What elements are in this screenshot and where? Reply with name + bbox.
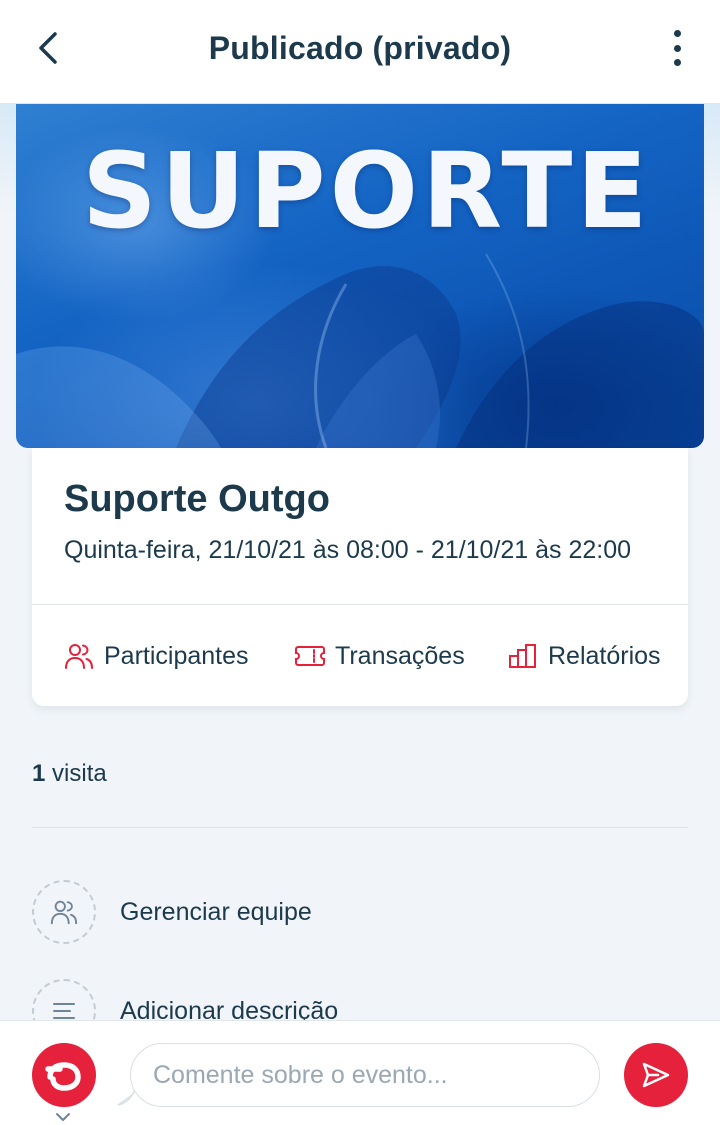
- participants-label: Participantes: [104, 641, 249, 670]
- users-icon: [65, 644, 93, 669]
- page-title: Publicado (privado): [208, 30, 512, 66]
- outgo-logo-icon: [45, 1062, 81, 1091]
- comment-input[interactable]: [130, 1043, 600, 1107]
- divider: [32, 604, 688, 605]
- top-app-bar: Publicado (privado): [0, 0, 720, 104]
- profile-avatar-button[interactable]: [32, 1043, 96, 1107]
- transactions-label: Transações: [335, 641, 465, 670]
- text-lines-icon: [53, 1003, 75, 1019]
- comment-bar: [0, 1020, 720, 1125]
- transactions-button[interactable]: Transações: [295, 638, 465, 674]
- event-date: Quinta-feira, 21/10/21 às 08:00 - 21/10/…: [64, 536, 632, 564]
- divider: [32, 827, 688, 828]
- ticket-icon: [295, 646, 325, 666]
- visits-count: 1: [32, 760, 46, 787]
- participants-button[interactable]: Participantes: [64, 638, 249, 674]
- event-title: Suporte Outgo: [64, 478, 330, 520]
- users-icon: [50, 900, 78, 925]
- reports-button[interactable]: Relatórios: [508, 638, 661, 674]
- send-button[interactable]: [624, 1043, 688, 1107]
- event-cover-image: SUPORTE: [16, 104, 704, 448]
- more-vertical-icon-dot: [673, 59, 681, 66]
- bar-chart-icon: [509, 644, 536, 668]
- option-icon-circle: [32, 880, 96, 944]
- manage-team-label: Gerenciar equipe: [120, 897, 312, 926]
- more-options-button[interactable]: [662, 26, 692, 70]
- chevron-down-icon[interactable]: [54, 1111, 72, 1123]
- more-vertical-icon: [673, 30, 681, 37]
- event-info-card: Suporte Outgo Quinta-feira, 21/10/21 às …: [32, 448, 688, 706]
- visits-counter: 1 visita: [32, 760, 107, 788]
- reports-label: Relatórios: [548, 641, 661, 670]
- manage-team-button[interactable]: Gerenciar equipe: [32, 880, 312, 944]
- more-vertical-icon-dot: [673, 44, 681, 52]
- visits-label: visita: [52, 760, 107, 787]
- send-icon: [642, 1062, 670, 1088]
- cover-logo-text: SUPORTE: [82, 130, 652, 252]
